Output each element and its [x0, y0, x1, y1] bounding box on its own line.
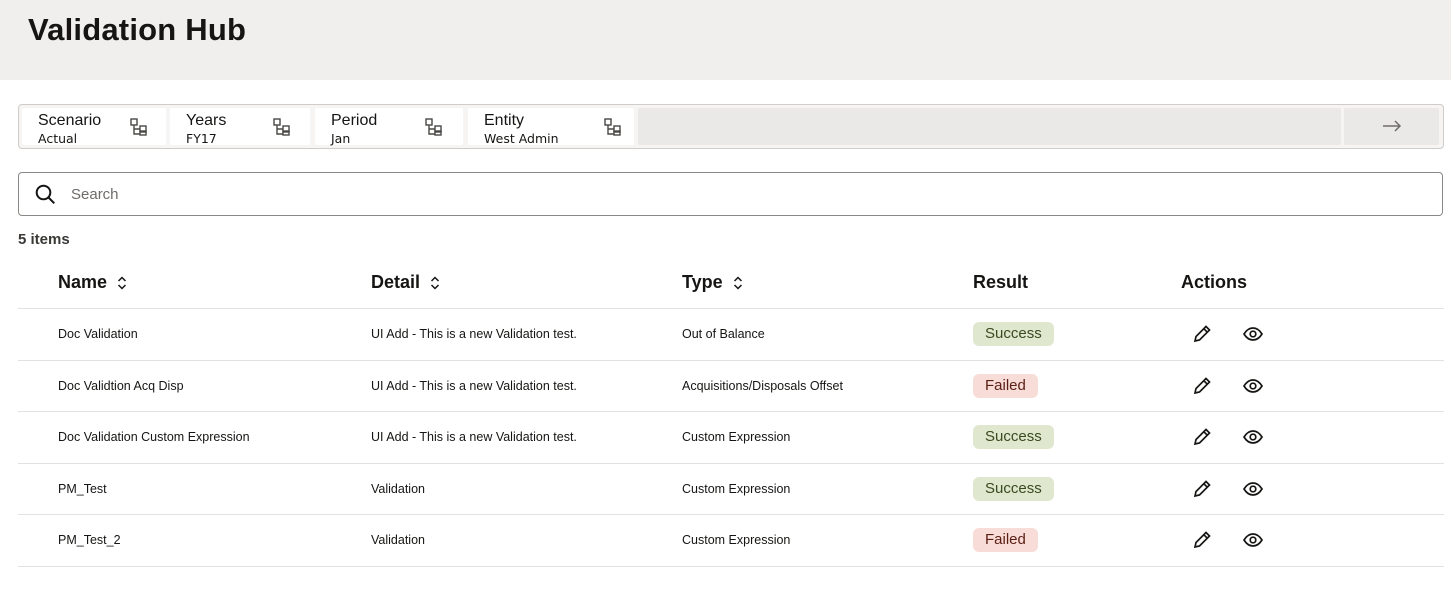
member-selector-icon[interactable] [424, 117, 444, 137]
cell-detail: Validation [371, 481, 425, 496]
search-box [18, 172, 1443, 216]
edit-icon[interactable] [1191, 529, 1213, 551]
column-header-result: Result [973, 272, 1028, 293]
pov-label: Years [186, 112, 227, 129]
sort-icon [431, 275, 440, 290]
table-row[interactable]: Doc Validation UI Add - This is a new Va… [18, 309, 1444, 361]
page-header: Validation Hub [0, 0, 1451, 80]
status-badge: Success [973, 425, 1054, 450]
table-row[interactable]: PM_Test_2 Validation Custom Expression F… [18, 515, 1444, 567]
cell-type: Acquisitions/Disposals Offset [682, 378, 843, 393]
member-selector-icon[interactable] [272, 117, 292, 137]
pov-label: Period [331, 112, 378, 129]
pov-value: Actual [38, 131, 78, 146]
pov-item-entity[interactable]: Entity West Admin [468, 108, 634, 146]
view-icon[interactable] [1242, 529, 1264, 551]
column-header-label: Result [973, 272, 1029, 292]
cell-name: Doc Validtion Acq Disp [58, 378, 184, 393]
column-header-detail[interactable]: Detail [371, 272, 440, 293]
view-icon[interactable] [1242, 375, 1264, 397]
search-input[interactable] [71, 175, 1421, 213]
cell-detail: UI Add - This is a new Validation test. [371, 378, 577, 393]
pov-go-button[interactable] [1344, 108, 1439, 145]
sort-icon [118, 275, 127, 290]
view-icon[interactable] [1242, 426, 1264, 448]
edit-icon[interactable] [1191, 323, 1213, 345]
pov-value: FY17 [186, 131, 217, 146]
edit-icon[interactable] [1191, 478, 1213, 500]
pov-bar: Scenario Actual Years FY17 Period Jan En… [18, 104, 1444, 149]
search-icon [35, 184, 56, 205]
cell-detail: UI Add - This is a new Validation test. [371, 327, 577, 341]
column-header-label: Name [58, 272, 108, 292]
pov-value: Jan [331, 131, 351, 146]
column-header-label: Actions [1181, 272, 1248, 292]
view-icon[interactable] [1242, 323, 1264, 345]
cell-name: Doc Validation Custom Expression [58, 430, 250, 445]
status-badge: Success [973, 476, 1054, 501]
pov-label: Entity [484, 112, 525, 129]
edit-icon[interactable] [1191, 426, 1213, 448]
pov-value: West Admin [484, 131, 559, 146]
pov-filler [638, 108, 1341, 145]
status-badge: Failed [973, 528, 1038, 553]
cell-type: Custom Expression [682, 481, 791, 496]
cell-type: Custom Expression [682, 430, 791, 445]
member-selector-icon[interactable] [129, 117, 149, 137]
member-selector-icon[interactable] [603, 117, 623, 137]
cell-name: PM_Test [58, 481, 107, 496]
pov-item-scenario[interactable]: Scenario Actual [22, 108, 166, 146]
table-row[interactable]: PM_Test Validation Custom Expression Suc… [18, 464, 1444, 516]
cell-type: Out of Balance [682, 327, 765, 341]
validation-table: Name Detail Type Result Actions Doc Vali… [18, 256, 1444, 567]
cell-name: PM_Test_2 [58, 533, 121, 548]
column-header-type[interactable]: Type [682, 272, 743, 293]
edit-icon[interactable] [1191, 375, 1213, 397]
pov-label: Scenario [38, 112, 102, 129]
cell-name: Doc Validation [58, 327, 138, 341]
status-badge: Success [973, 322, 1054, 346]
column-header-name[interactable]: Name [58, 272, 127, 293]
arrow-right-icon [1383, 120, 1402, 132]
cell-type: Custom Expression [682, 533, 791, 548]
cell-detail: Validation [371, 533, 425, 548]
pov-item-period[interactable]: Period Jan [315, 108, 463, 146]
view-icon[interactable] [1242, 478, 1264, 500]
page-title: Validation Hub [28, 12, 247, 47]
column-header-label: Type [682, 272, 723, 292]
pov-item-years[interactable]: Years FY17 [170, 108, 310, 146]
item-count: 5 items [18, 231, 70, 248]
table-row[interactable]: Doc Validation Custom Expression UI Add … [18, 412, 1444, 464]
table-row[interactable]: Doc Validtion Acq Disp UI Add - This is … [18, 361, 1444, 413]
column-header-actions: Actions [1181, 272, 1247, 293]
cell-detail: UI Add - This is a new Validation test. [371, 430, 577, 445]
status-badge: Failed [973, 373, 1038, 398]
table-header: Name Detail Type Result Actions [18, 256, 1444, 309]
sort-icon [733, 275, 742, 290]
column-header-label: Detail [371, 272, 421, 292]
